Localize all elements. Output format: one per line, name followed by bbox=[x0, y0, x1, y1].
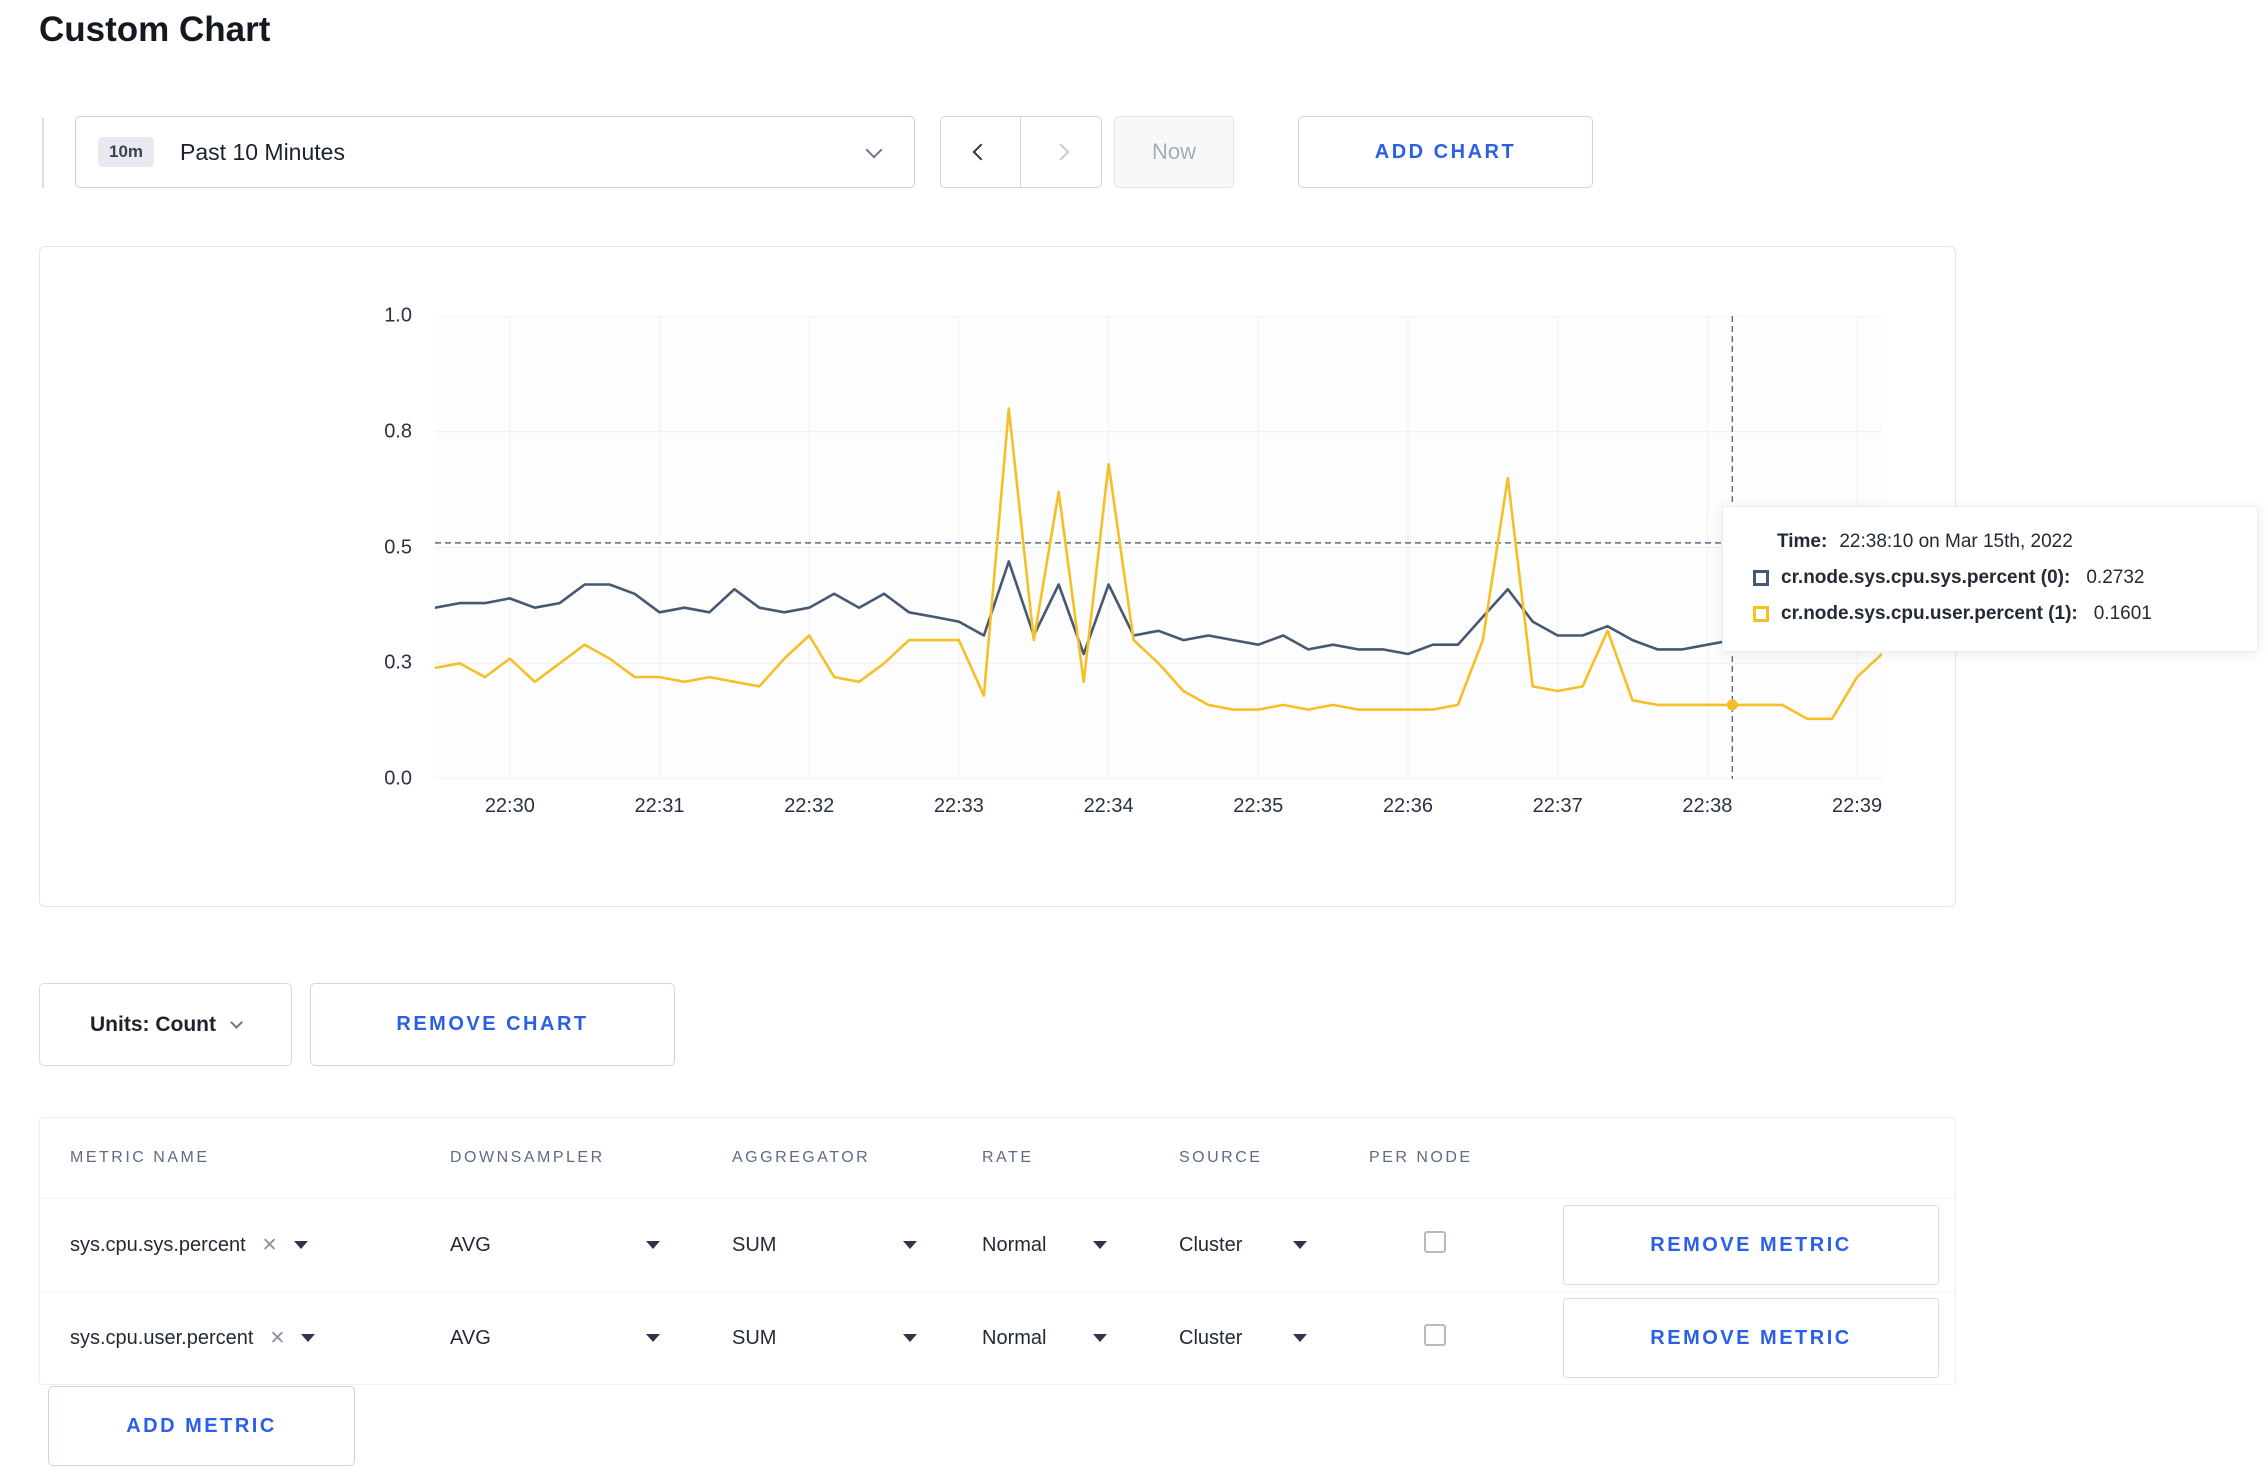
time-window-dropdown[interactable]: 10m Past 10 Minutes bbox=[75, 116, 915, 188]
caret-down-icon bbox=[1293, 1241, 1307, 1249]
table-row: sys.cpu.user.percent ✕ AVG SUM Normal Cl… bbox=[40, 1291, 1955, 1384]
chart-tooltip: Time: 22:38:10 on Mar 15th, 2022 cr.node… bbox=[1722, 506, 2258, 652]
downsampler-select[interactable]: AVG bbox=[450, 1234, 660, 1257]
chevron-down-icon bbox=[865, 141, 883, 159]
units-dropdown[interactable]: Units: Count bbox=[39, 983, 292, 1066]
chart-canvas bbox=[433, 315, 1884, 780]
y-axis-tick-label: 0.0 bbox=[384, 767, 412, 790]
header-rate: RATE bbox=[982, 1149, 1034, 1166]
tooltip-series-name: cr.node.sys.cpu.sys.percent (0): bbox=[1781, 567, 2071, 588]
caret-down-icon bbox=[1093, 1241, 1107, 1249]
tooltip-series-name: cr.node.sys.cpu.user.percent (1): bbox=[1781, 603, 2078, 624]
metric-name: sys.cpu.sys.percent bbox=[70, 1233, 246, 1256]
y-axis-tick-label: 0.3 bbox=[384, 651, 412, 674]
tooltip-time-label: Time: bbox=[1777, 531, 1828, 552]
series-swatch-icon bbox=[1753, 606, 1769, 622]
caret-down-icon bbox=[293, 1241, 308, 1249]
header-downsampler: DOWNSAMPLER bbox=[450, 1149, 605, 1166]
metrics-table: METRIC NAME DOWNSAMPLER AGGREGATOR RATE … bbox=[39, 1117, 1956, 1385]
chevron-down-icon bbox=[230, 1016, 243, 1029]
x-axis-tick-label: 22:30 bbox=[484, 795, 535, 817]
clear-icon[interactable]: ✕ bbox=[262, 1234, 278, 1257]
source-value: Cluster bbox=[1179, 1233, 1243, 1256]
header-aggregator: AGGREGATOR bbox=[732, 1149, 871, 1166]
x-axis-tick-label: 22:32 bbox=[784, 795, 835, 817]
remove-chart-button[interactable]: REMOVE CHART bbox=[310, 983, 675, 1066]
add-metric-button[interactable]: ADD METRIC bbox=[48, 1386, 355, 1466]
next-interval-button[interactable] bbox=[1021, 117, 1101, 187]
aggregator-select[interactable]: SUM bbox=[732, 1234, 917, 1257]
rate-select[interactable]: Normal bbox=[982, 1234, 1107, 1257]
table-header-row: METRIC NAME DOWNSAMPLER AGGREGATOR RATE … bbox=[40, 1118, 1955, 1198]
metric-name: sys.cpu.user.percent bbox=[70, 1326, 254, 1349]
add-chart-button[interactable]: ADD CHART bbox=[1298, 116, 1593, 188]
page-title: Custom Chart bbox=[39, 10, 271, 49]
caret-down-icon bbox=[301, 1334, 316, 1342]
caret-down-icon bbox=[646, 1241, 660, 1249]
tooltip-series-value: 0.1601 bbox=[2093, 603, 2152, 624]
x-axis-tick-label: 22:34 bbox=[1083, 795, 1134, 817]
chart-card: 0.0 0.3 0.5 0.8 1.0 22:30 22:31 22:32 22:33 22:3… bbox=[39, 246, 1956, 907]
rate-select[interactable]: Normal bbox=[982, 1327, 1107, 1350]
y-axis-tick-label: 1.0 bbox=[384, 304, 412, 327]
caret-down-icon bbox=[1293, 1334, 1307, 1342]
header-metric-name: METRIC NAME bbox=[70, 1149, 210, 1166]
aggregator-value: SUM bbox=[732, 1233, 777, 1256]
aggregator-value: SUM bbox=[732, 1326, 777, 1349]
metric-select[interactable]: sys.cpu.sys.percent ✕ bbox=[70, 1234, 450, 1257]
caret-down-icon bbox=[903, 1334, 917, 1342]
custom-chart-page: Custom Chart 10m Past 10 Minutes Now ADD… bbox=[0, 0, 2268, 1478]
downsampler-value: AVG bbox=[450, 1326, 491, 1349]
y-axis-tick-label: 0.5 bbox=[384, 536, 412, 558]
aggregator-select[interactable]: SUM bbox=[732, 1327, 917, 1350]
caret-down-icon bbox=[903, 1241, 917, 1249]
x-axis-tick-label: 22:33 bbox=[933, 795, 984, 817]
per-node-checkbox[interactable] bbox=[1424, 1231, 1446, 1253]
caret-down-icon bbox=[1093, 1334, 1107, 1342]
table-row: sys.cpu.sys.percent ✕ AVG SUM Normal Clu… bbox=[40, 1198, 1955, 1291]
tooltip-time-row: Time: 22:38:10 on Mar 15th, 2022 bbox=[1753, 531, 2231, 553]
rate-value: Normal bbox=[982, 1326, 1047, 1349]
source-select[interactable]: Cluster bbox=[1179, 1327, 1307, 1350]
metric-select[interactable]: sys.cpu.user.percent ✕ bbox=[70, 1327, 450, 1350]
series-swatch-icon bbox=[1753, 570, 1769, 586]
x-axis-tick-label: 22:38 bbox=[1682, 795, 1733, 817]
tooltip-series-value: 0.2732 bbox=[2086, 567, 2145, 588]
x-axis-tick-label: 22:31 bbox=[634, 795, 685, 817]
time-window-label: Past 10 Minutes bbox=[180, 138, 345, 165]
y-axis: 0.0 0.3 0.5 0.8 1.0 bbox=[40, 305, 412, 790]
remove-metric-button[interactable]: REMOVE METRIC bbox=[1563, 1205, 1939, 1285]
source-select[interactable]: Cluster bbox=[1179, 1234, 1307, 1257]
source-value: Cluster bbox=[1179, 1326, 1243, 1349]
downsampler-value: AVG bbox=[450, 1233, 491, 1256]
toolbar-divider bbox=[42, 118, 44, 188]
time-window-badge: 10m bbox=[98, 137, 155, 167]
chart-plot-area[interactable] bbox=[433, 315, 1884, 780]
tooltip-series-row: cr.node.sys.cpu.user.percent (1): 0.1601 bbox=[1753, 603, 2231, 625]
units-label: Units: Count bbox=[90, 1012, 216, 1036]
prev-interval-button[interactable] bbox=[941, 117, 1021, 187]
remove-metric-button[interactable]: REMOVE METRIC bbox=[1563, 1298, 1939, 1378]
tooltip-series-row: cr.node.sys.cpu.sys.percent (0): 0.2732 bbox=[1753, 567, 2231, 589]
time-nav-group bbox=[940, 116, 1102, 188]
header-per-node: PER NODE bbox=[1369, 1149, 1473, 1166]
x-axis-tick-label: 22:35 bbox=[1233, 795, 1284, 817]
tooltip-time-value: 22:38:10 on Mar 15th, 2022 bbox=[1839, 531, 2073, 552]
per-node-checkbox[interactable] bbox=[1424, 1324, 1446, 1346]
rate-value: Normal bbox=[982, 1233, 1047, 1256]
now-button[interactable]: Now bbox=[1114, 116, 1234, 188]
y-axis-tick-label: 0.8 bbox=[384, 420, 412, 443]
caret-down-icon bbox=[646, 1334, 660, 1342]
header-source: SOURCE bbox=[1179, 1149, 1263, 1166]
x-axis-tick-label: 22:36 bbox=[1382, 795, 1433, 817]
x-axis-tick-label: 22:37 bbox=[1532, 795, 1583, 817]
clear-icon[interactable]: ✕ bbox=[269, 1327, 285, 1350]
x-axis-tick-label: 22:39 bbox=[1832, 795, 1883, 817]
chevron-right-icon bbox=[1052, 143, 1070, 161]
chevron-left-icon bbox=[972, 143, 989, 161]
downsampler-select[interactable]: AVG bbox=[450, 1327, 660, 1350]
x-axis: 22:30 22:31 22:32 22:33 22:34 22:35 22:36 22:37… bbox=[435, 795, 1882, 829]
